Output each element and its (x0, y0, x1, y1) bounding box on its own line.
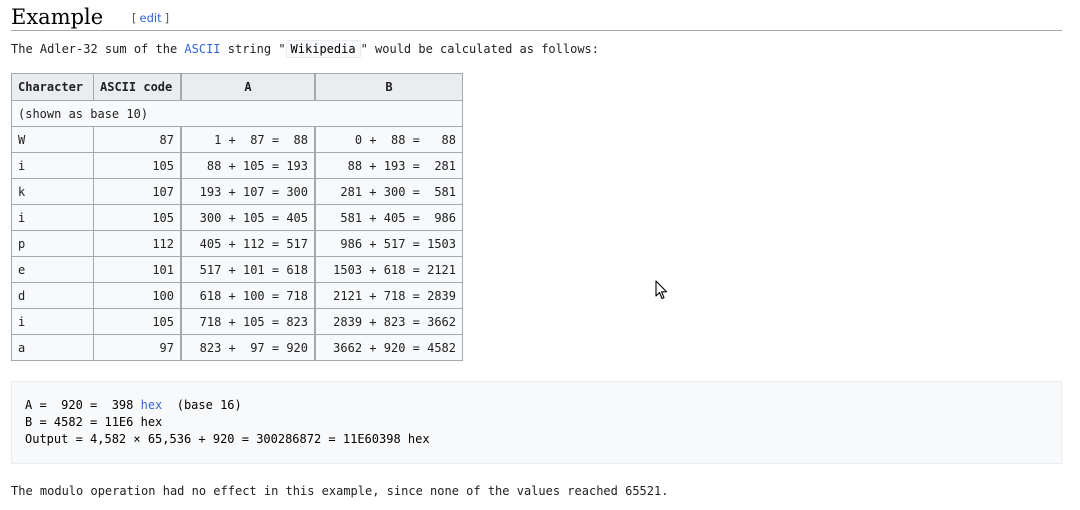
table-row: i 105 718 + 105 = 823 2839 + 823 = 3662 (11, 308, 463, 335)
table-row: i 105 88 + 105 = 193 88 + 193 = 281 (11, 152, 463, 179)
table-row: p 112 405 + 112 = 517 986 + 517 = 1503 (11, 230, 463, 257)
edit-bracket-close: ] (164, 11, 170, 25)
mouse-pointer-icon (655, 280, 668, 300)
note-row: (shown as base 10) (11, 100, 463, 127)
header-a: A (181, 73, 315, 101)
ascii-code-cell: 97 (93, 334, 181, 361)
hex-link[interactable]: hex (141, 398, 163, 412)
a-cell: 88 + 105 = 193 (181, 152, 315, 179)
b-cell: 581 + 405 = 986 (315, 204, 463, 231)
b-cell: 88 + 193 = 281 (315, 152, 463, 179)
ascii-code-cell: 87 (93, 126, 181, 153)
char-cell: e (11, 256, 94, 283)
char-cell: i (11, 308, 94, 335)
char-cell: i (11, 204, 94, 231)
output-box: A = 920 = 398 hex (base 16) B = 4582 = 1… (11, 381, 1062, 464)
a-cell: 300 + 105 = 405 (181, 204, 315, 231)
edit-section-link[interactable]: edit (140, 11, 162, 25)
b-cell: 281 + 300 = 581 (315, 178, 463, 205)
ascii-code-cell: 101 (93, 256, 181, 283)
a-cell: 718 + 105 = 823 (181, 308, 315, 335)
output-a-text: A = 920 = 398 (25, 398, 141, 412)
a-cell: 618 + 100 = 718 (181, 282, 315, 309)
table-row: e 101 517 + 101 = 618 1503 + 618 = 2121 (11, 256, 463, 283)
ascii-link[interactable]: ASCII (184, 42, 220, 56)
a-cell: 823 + 97 = 920 (181, 334, 315, 361)
header-character: Character (11, 73, 94, 101)
header-b: B (315, 73, 463, 101)
a-cell: 1 + 87 = 88 (181, 126, 315, 153)
b-cell: 2121 + 718 = 2839 (315, 282, 463, 309)
table-row: W 87 1 + 87 = 88 0 + 88 = 88 (11, 126, 463, 153)
b-cell: 2839 + 823 = 3662 (315, 308, 463, 335)
ascii-code-cell: 105 (93, 308, 181, 335)
edit-bracket-open: [ (132, 11, 137, 25)
char-cell: i (11, 152, 94, 179)
table-row: k 107 193 + 107 = 300 281 + 300 = 581 (11, 178, 463, 205)
char-cell: p (11, 230, 94, 257)
ascii-code-cell: 112 (93, 230, 181, 257)
char-cell: a (11, 334, 94, 361)
output-line-a: A = 920 = 398 hex (base 16) (25, 398, 242, 413)
intro-text-1: The Adler-32 sum of the (11, 42, 185, 56)
ascii-code-cell: 105 (93, 152, 181, 179)
ascii-code-cell: 100 (93, 282, 181, 309)
b-cell: 986 + 517 = 1503 (315, 230, 463, 257)
output-line-b: B = 4582 = 11E6 hex (25, 415, 163, 429)
a-cell: 193 + 107 = 300 (181, 178, 315, 205)
b-cell: 3662 + 920 = 4582 (315, 334, 463, 361)
edit-section-link-wrapper: [edit] (132, 11, 169, 25)
table-row: a 97 823 + 97 = 920 3662 + 920 = 4582 (11, 334, 463, 361)
output-line-result: Output = 4,582 × 65,536 + 920 = 30028687… (25, 432, 430, 446)
b-cell: 0 + 88 = 88 (315, 126, 463, 153)
intro-text-2: string " (220, 42, 286, 56)
output-a-base: (base 16) (162, 398, 242, 412)
table-row: i 105 300 + 105 = 405 581 + 405 = 986 (11, 204, 463, 231)
ascii-code-cell: 107 (93, 178, 181, 205)
a-cell: 517 + 101 = 618 (181, 256, 315, 283)
table-header-row: Character ASCII code A B (11, 73, 463, 101)
intro-paragraph: The Adler-32 sum of the ASCII string " Wi… (11, 40, 599, 58)
ascii-code-cell: 105 (93, 204, 181, 231)
closing-paragraph: The modulo operation had no effect in th… (11, 484, 669, 498)
intro-text-3: " would be calculated as follows: (360, 42, 599, 56)
char-cell: W (11, 126, 94, 153)
section-title: Example (11, 5, 104, 29)
a-cell: 405 + 112 = 517 (181, 230, 315, 257)
base-note: (shown as base 10) (11, 100, 463, 127)
wikipedia-code: Wikipedia (285, 40, 361, 58)
adler32-table: Character ASCII code A B (shown as base … (11, 73, 463, 361)
table-row: d 100 618 + 100 = 718 2121 + 718 = 2839 (11, 282, 463, 309)
b-cell: 1503 + 618 = 2121 (315, 256, 463, 283)
char-cell: d (11, 282, 94, 309)
char-cell: k (11, 178, 94, 205)
section-heading: Example [edit] (11, 3, 1062, 31)
header-ascii-code: ASCII code (93, 73, 181, 101)
